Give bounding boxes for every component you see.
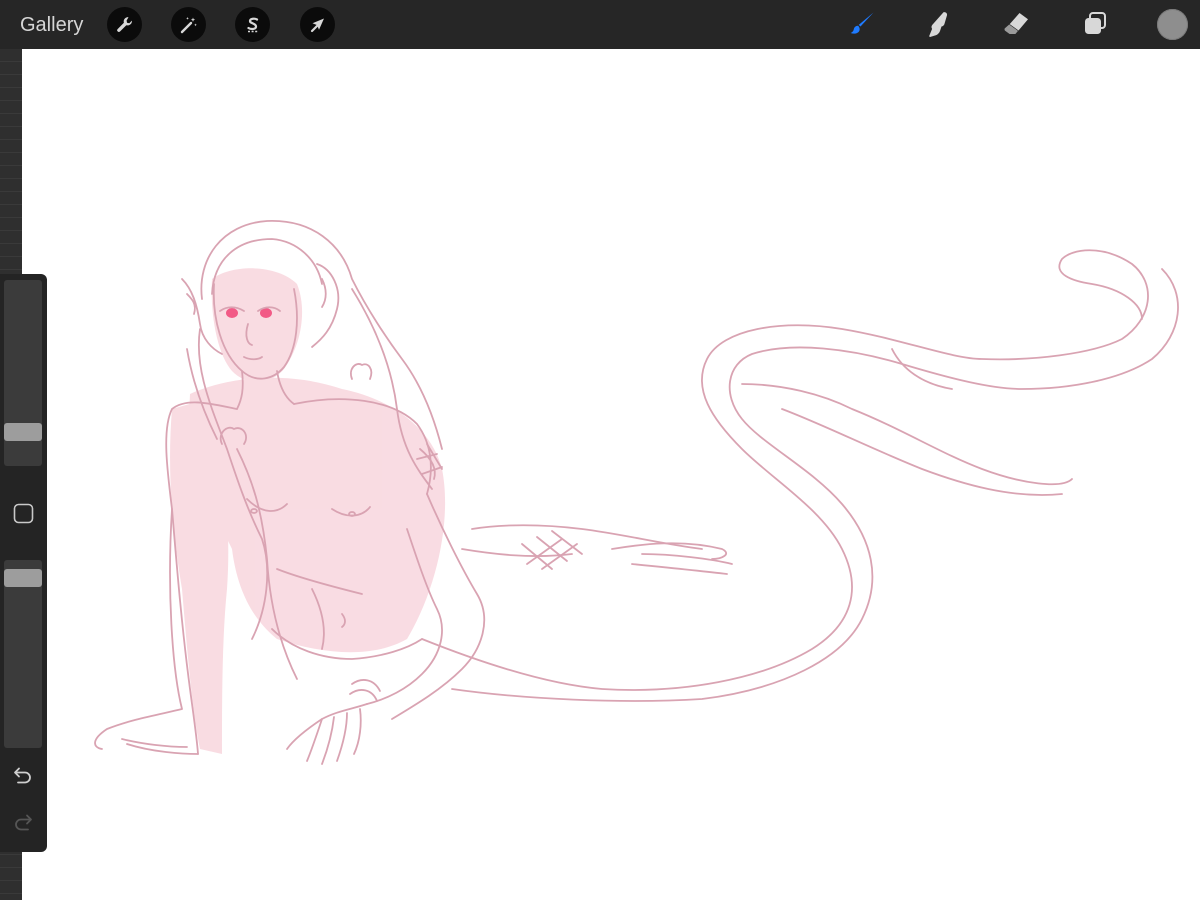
transform-button[interactable] [300,7,335,42]
gallery-button[interactable]: Gallery [20,12,83,38]
undo-icon [14,767,31,784]
brush-sidebar [0,274,47,852]
top-toolbar: Gallery [0,0,1200,49]
square-outline-icon [13,503,34,524]
smudge-icon [929,12,948,37]
brush-size-slider[interactable] [4,280,42,466]
layers-button[interactable] [1079,8,1111,40]
brush-tool-button[interactable] [846,8,878,40]
arrow-cursor-icon [310,18,324,32]
magic-wand-icon [180,16,197,33]
brush-icon [850,12,874,34]
smudge-tool-button[interactable] [922,8,954,40]
selection-button[interactable] [235,7,270,42]
color-picker-button[interactable] [1157,9,1188,40]
brush-opacity-slider-thumb[interactable] [4,569,42,587]
redo-button[interactable] [10,809,36,835]
skin-fill [170,268,446,754]
modify-button[interactable] [13,503,34,524]
drawing-canvas[interactable] [22,49,1200,900]
actions-button[interactable] [107,7,142,42]
undo-button[interactable] [10,762,36,788]
layers-icon [1085,12,1106,34]
mermaid-sketch-artwork [94,220,1179,765]
adjustments-button[interactable] [171,7,206,42]
redo-icon [15,814,32,831]
eraser-tool-button[interactable] [1000,8,1032,40]
wrench-icon [116,16,132,32]
selection-s-icon [246,17,258,32]
procreate-app: Gallery [0,0,1200,900]
brush-size-slider-thumb[interactable] [4,423,42,441]
brush-opacity-slider[interactable] [4,560,42,748]
eraser-icon [1004,13,1028,34]
